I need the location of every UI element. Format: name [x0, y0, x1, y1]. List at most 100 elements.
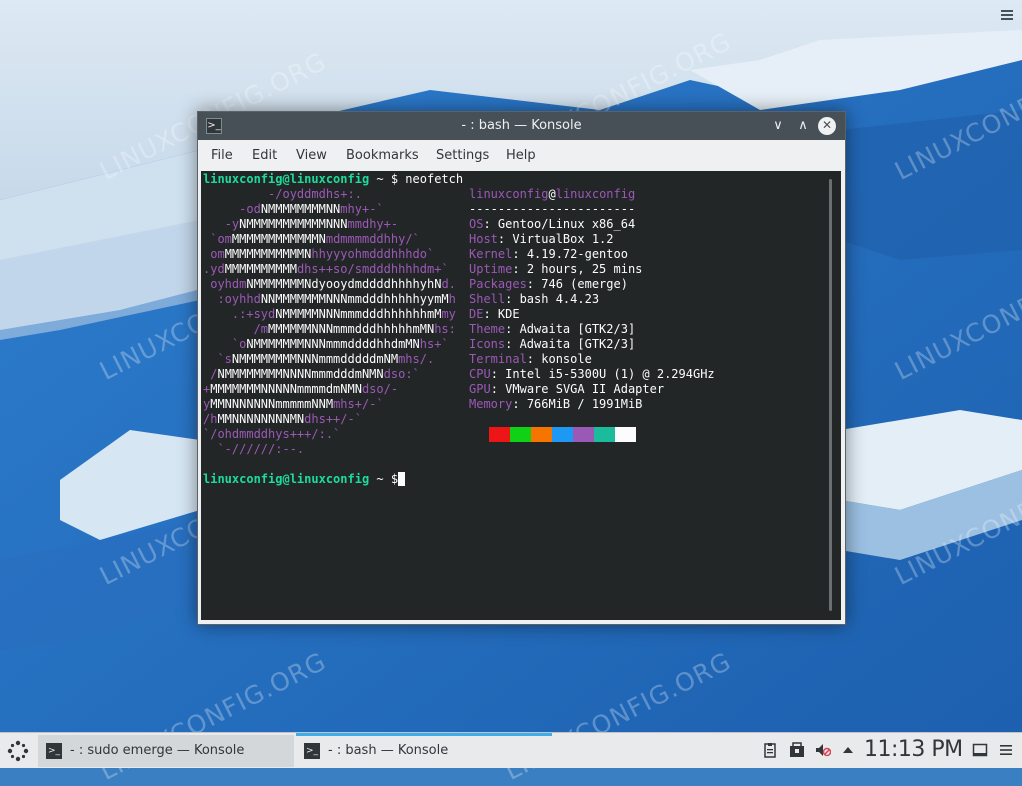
command: neofetch: [405, 172, 464, 186]
konsole-window: >_ - : bash — Konsole ∨ ∧ ✕ File Edit Vi…: [197, 111, 846, 625]
info-row: Shell: bash 4.4.23: [469, 292, 599, 307]
menu-view[interactable]: View: [296, 148, 327, 163]
color-swatch: [594, 427, 615, 442]
info-key: Shell: [469, 292, 506, 306]
logo-line: omMMMMMMMMMMMNhhyyyohmdddhhhdo`: [210, 247, 435, 261]
color-swatch: [531, 427, 552, 442]
command-line: linuxconfig@linuxconfig ~ $: [203, 472, 405, 487]
info-value: konsole: [541, 352, 592, 366]
application-launcher-icon[interactable]: [6, 739, 30, 763]
task-bash[interactable]: >_ - : bash — Konsole: [296, 733, 552, 767]
info-colon: :: [512, 247, 527, 261]
info-row: Memory: 766MiB / 1991MiB: [469, 397, 642, 412]
info-key: Memory: [469, 397, 513, 411]
task-label: - : sudo emerge — Konsole: [70, 743, 245, 758]
info-row: Host: VirtualBox 1.2: [469, 232, 614, 247]
panel-options-icon[interactable]: [998, 742, 1014, 758]
package-updates-icon[interactable]: [789, 742, 805, 758]
info-colon: :: [483, 217, 498, 231]
color-swatch: [615, 427, 636, 442]
color-swatch: [552, 427, 573, 442]
logo-line: /hMMNNNNNNNNMNdhs++/-`: [203, 412, 362, 426]
info-colon: :: [526, 277, 542, 291]
taskbar: >_ - : sudo emerge — Konsole >_ - : bash…: [0, 732, 1022, 768]
info-value: 4.19.72-gentoo: [526, 247, 628, 261]
info-value: bash 4.4.23: [519, 292, 600, 306]
logo-line: yMMNNNNNNNmmmmmNNMmhs+/-`: [203, 397, 384, 411]
info-value: 746 (emerge): [541, 277, 628, 291]
clock[interactable]: 11:13 PM: [864, 737, 963, 762]
info-value: 766MiB / 1991MiB: [526, 397, 643, 411]
expand-tray-icon[interactable]: [840, 742, 856, 758]
info-row: Theme: Adwaita [GTK2/3]: [469, 322, 635, 337]
minimize-button[interactable]: ∨: [768, 116, 788, 136]
color-swatch: [573, 427, 594, 442]
info-key: Host: [469, 232, 498, 246]
info-key: Icons: [469, 337, 506, 351]
info-colon: :: [483, 307, 498, 321]
info-key: Uptime: [469, 262, 513, 276]
info-row: Packages: 746 (emerge): [469, 277, 628, 292]
logo-line: :oyhhdNNMMMMMMMNNNmmdddhhhhhyymMh: [217, 292, 456, 306]
info-key: CPU: [469, 367, 491, 381]
hamburger-icon[interactable]: [998, 6, 1016, 24]
info-row: Uptime: 2 hours, 25 mins: [469, 262, 642, 277]
logo-line: .ydMMMMMMMMMMdhs++so/smdddhhhhdm+`: [203, 262, 449, 276]
logo-line: -yNMMMMMMMMMMMNNNmmdhy+-: [224, 217, 399, 231]
logo-line: -/oyddmdhs+:.: [268, 187, 362, 201]
info-row: GPU: VMware SVGA II Adapter: [469, 382, 664, 397]
logo-line: /mMMMMMMNNNmmmdddhhhhhmMNhs:: [253, 322, 456, 336]
info-separator: -----------------------: [469, 202, 636, 216]
info-colon: :: [512, 397, 527, 411]
prompt-suffix: ~ $: [369, 172, 406, 186]
info-key: Packages: [469, 277, 527, 291]
prompt: linuxconfig@linuxconfig: [203, 172, 370, 186]
logo-line: `sNMMMMMMMMNNNmmmdddddmNMmhs/.: [217, 352, 435, 366]
title-bar[interactable]: >_ - : bash — Konsole ∨ ∧ ✕: [198, 112, 845, 140]
menu-settings[interactable]: Settings: [436, 148, 489, 163]
info-key: Theme: [469, 322, 506, 336]
text-cursor: [398, 472, 405, 486]
info-row: DE: KDE: [469, 307, 520, 322]
info-value: VMware SVGA II Adapter: [505, 382, 665, 396]
info-host: linuxconfig: [555, 187, 636, 201]
terminal-output[interactable]: linuxconfig@linuxconfig ~ $ neofetch -/o…: [201, 171, 841, 620]
task-label: - : bash — Konsole: [328, 743, 449, 758]
logo-line: `/ohdmmddhys+++/:.`: [203, 427, 341, 441]
info-colon: :: [497, 232, 513, 246]
info-value: VirtualBox 1.2: [512, 232, 614, 246]
info-at: @: [548, 187, 556, 201]
info-key: DE: [469, 307, 484, 321]
info-row: OS: Gentoo/Linux x86_64: [469, 217, 635, 232]
info-value: Adwaita [GTK2/3]: [519, 322, 636, 336]
info-value: Intel i5-5300U (1) @ 2.294GHz: [505, 367, 715, 381]
color-swatch: [489, 427, 510, 442]
logo-line: oyhdmNMMMMMMMNdyooydmddddhhhhyhNd.: [210, 277, 456, 291]
logo-line: `oNMMMMMMMNNNmmmddddhhdmMNhs+`: [231, 337, 449, 351]
volume-muted-icon[interactable]: [815, 742, 832, 758]
logo-line: .:+sydNMMMMMNNNmmmdddhhhhhhmMmy: [231, 307, 456, 321]
logo-line: `omMMMMMMMMMMMMNmdmmmmddhhy/`: [210, 232, 420, 246]
info-value: Adwaita [GTK2/3]: [519, 337, 636, 351]
show-desktop-icon[interactable]: [972, 742, 988, 758]
info-colon: :: [526, 352, 542, 366]
info-row: Terminal: konsole: [469, 352, 592, 367]
info-value: Gentoo/Linux x86_64: [497, 217, 636, 231]
info-value: 2 hours, 25 mins: [526, 262, 643, 276]
info-user: linuxconfig: [469, 187, 549, 201]
task-sudo-emerge[interactable]: >_ - : sudo emerge — Konsole: [38, 735, 294, 767]
window-title: - : bash — Konsole: [461, 118, 582, 133]
info-row: Icons: Adwaita [GTK2/3]: [469, 337, 635, 352]
menu-bookmarks[interactable]: Bookmarks: [346, 148, 419, 163]
logo-line: +MMMMMMMNNNNNmmmmdmNMNdso/-: [203, 382, 399, 396]
maximize-button[interactable]: ∧: [793, 116, 813, 136]
logo-line: `-//////:--.: [217, 442, 305, 456]
close-button[interactable]: ✕: [818, 117, 836, 135]
menu-help[interactable]: Help: [506, 148, 536, 163]
info-colon: :: [505, 322, 520, 336]
menu-edit[interactable]: Edit: [252, 148, 277, 163]
clipboard-icon[interactable]: [762, 742, 778, 758]
scrollbar[interactable]: [829, 179, 832, 611]
menu-file[interactable]: File: [211, 148, 233, 163]
logo-line: /NMMMMMMMMNNNNmmmdddmNMNdso:`: [210, 367, 420, 381]
